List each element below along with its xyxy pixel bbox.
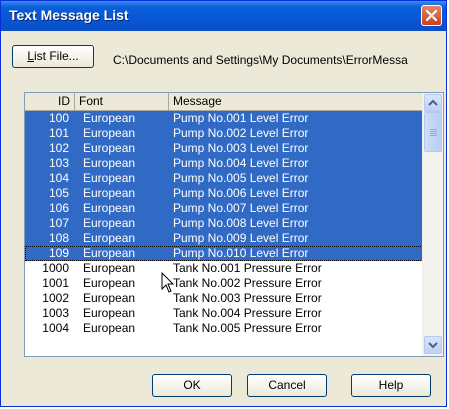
cell-id: 104 xyxy=(48,171,69,185)
cell-message: Pump No.003 Level Error xyxy=(173,141,309,155)
dialog-window: Text Message List List File... C:\Docume… xyxy=(0,0,447,407)
cell-id: 106 xyxy=(48,201,69,215)
cell-id: 102 xyxy=(48,141,69,155)
cell-id: 109 xyxy=(48,246,69,260)
cell-message: Tank No.004 Pressure Error xyxy=(173,306,322,320)
cell-font: European xyxy=(83,171,136,185)
cell-font: European xyxy=(83,231,136,245)
cell-id: 1002 xyxy=(42,291,69,305)
cell-id: 108 xyxy=(48,231,69,245)
table-row[interactable]: 1003 European Tank No.004 Pressure Error xyxy=(25,306,423,321)
title-bar[interactable]: Text Message List xyxy=(1,1,446,31)
cell-font: European xyxy=(83,216,136,230)
cell-message: Pump No.010 Level Error xyxy=(173,246,309,260)
ok-button[interactable]: OK xyxy=(152,374,232,397)
cell-message: Pump No.008 Level Error xyxy=(173,216,309,230)
scroll-up-button[interactable] xyxy=(424,94,442,112)
chevron-up-icon xyxy=(428,99,438,106)
cell-message: Tank No.003 Pressure Error xyxy=(173,291,322,305)
cell-message: Pump No.006 Level Error xyxy=(173,186,309,200)
table-row[interactable]: 1002 European Tank No.003 Pressure Error xyxy=(25,291,423,306)
cell-font: European xyxy=(83,321,136,335)
cell-id: 1003 xyxy=(42,306,69,320)
table-row[interactable]: 101 European Pump No.002 Level Error xyxy=(25,126,423,141)
cell-font: European xyxy=(83,306,136,320)
cell-font: European xyxy=(83,141,136,155)
table-row[interactable]: 1001 European Tank No.002 Pressure Error xyxy=(25,276,423,291)
arrow-cursor-icon xyxy=(161,272,175,293)
scroll-down-button[interactable] xyxy=(424,336,442,354)
list-file-label: ist File... xyxy=(34,49,79,63)
scroll-thumb[interactable] xyxy=(424,112,442,152)
close-button[interactable] xyxy=(421,5,442,26)
table-row[interactable]: 103 European Pump No.004 Level Error xyxy=(25,156,423,171)
cell-id: 101 xyxy=(48,126,69,140)
table-row[interactable]: 109 European Pump No.010 Level Error xyxy=(25,246,423,261)
cell-id: 105 xyxy=(48,186,69,200)
table-row[interactable]: 1004 European Tank No.005 Pressure Error xyxy=(25,321,423,336)
table-row[interactable]: 108 European Pump No.009 Level Error xyxy=(25,231,423,246)
list-file-button[interactable]: List File... xyxy=(12,45,94,68)
table-row[interactable]: 105 European Pump No.006 Level Error xyxy=(25,186,423,201)
table-row[interactable]: 106 European Pump No.007 Level Error xyxy=(25,201,423,216)
cell-font: European xyxy=(83,261,136,275)
cancel-button[interactable]: Cancel xyxy=(247,374,327,397)
cell-id: 103 xyxy=(48,156,69,170)
column-header-font[interactable]: Font xyxy=(75,93,169,110)
cell-font: European xyxy=(83,126,136,140)
table-row[interactable]: 100 European Pump No.001 Level Error xyxy=(25,111,423,126)
cell-id: 1004 xyxy=(42,321,69,335)
list-file-mnemonic: L xyxy=(27,49,34,63)
cell-message: Pump No.004 Level Error xyxy=(173,156,309,170)
cell-font: European xyxy=(83,291,136,305)
list-header: ID Font Message xyxy=(25,93,423,111)
table-row[interactable]: 102 European Pump No.003 Level Error xyxy=(25,141,423,156)
cell-font: European xyxy=(83,276,136,290)
cell-message: Pump No.002 Level Error xyxy=(173,126,309,140)
file-path: C:\Documents and Settings\My Documents\E… xyxy=(113,53,408,67)
cell-font: European xyxy=(83,156,136,170)
cell-id: 1001 xyxy=(42,276,69,290)
cell-message: Tank No.001 Pressure Error xyxy=(173,261,322,275)
cell-message: Pump No.009 Level Error xyxy=(173,231,309,245)
cell-font: European xyxy=(83,111,136,125)
message-list[interactable]: ID Font Message 100 European Pump No.001 L… xyxy=(24,92,444,357)
column-header-message[interactable]: Message xyxy=(169,93,423,110)
cell-font: European xyxy=(83,201,136,215)
column-header-id[interactable]: ID xyxy=(25,93,75,110)
vertical-scrollbar[interactable] xyxy=(422,93,443,356)
close-icon xyxy=(426,10,437,21)
cell-id: 107 xyxy=(48,216,69,230)
cell-message: Pump No.005 Level Error xyxy=(173,171,309,185)
cell-font: European xyxy=(83,246,136,260)
table-row[interactable]: 104 European Pump No.005 Level Error xyxy=(25,171,423,186)
window-title: Text Message List xyxy=(9,7,129,23)
cell-font: European xyxy=(83,186,136,200)
cell-id: 100 xyxy=(48,111,69,125)
cell-id: 1000 xyxy=(42,261,69,275)
cell-message: Tank No.005 Pressure Error xyxy=(173,321,322,335)
table-row[interactable]: 1000 European Tank No.001 Pressure Error xyxy=(25,261,423,276)
cell-message: Tank No.002 Pressure Error xyxy=(173,276,322,290)
cell-message: Pump No.007 Level Error xyxy=(173,201,309,215)
list-rows: 100 European Pump No.001 Level Error 101 Eur… xyxy=(25,111,423,336)
help-button[interactable]: Help xyxy=(351,374,431,397)
table-row[interactable]: 107 European Pump No.008 Level Error xyxy=(25,216,423,231)
cell-message: Pump No.001 Level Error xyxy=(173,111,309,125)
chevron-down-icon xyxy=(428,342,438,349)
